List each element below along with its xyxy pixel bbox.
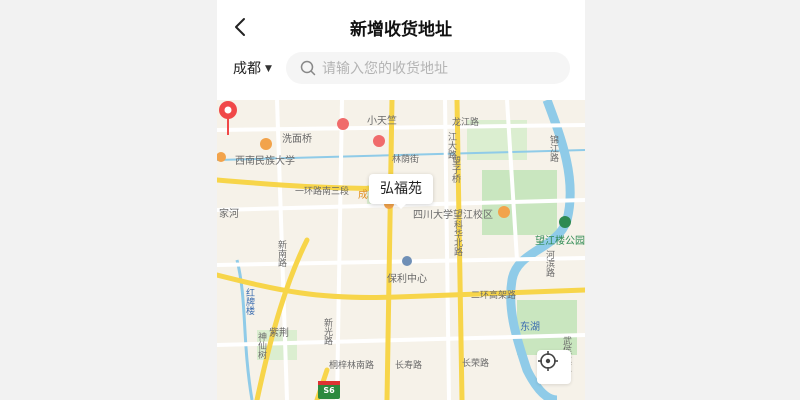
park-icon — [559, 216, 571, 228]
map-label: 神仙树 — [256, 332, 266, 359]
map-label: 四川大学望江校区 — [413, 210, 493, 221]
selected-place-bubble[interactable]: 弘福苑 — [369, 174, 433, 209]
map-view[interactable]: 小天竺 洗面桥 西南民族大学 龙江路 林荫街 一环路南三段 成 四川大学望江校区… — [217, 100, 585, 400]
hospital-icon — [373, 135, 385, 147]
map-label: 长荣路 — [462, 359, 490, 369]
poi-icon — [260, 138, 272, 150]
city-label: 成都 — [233, 61, 261, 77]
map-label: 望江楼公园 — [535, 236, 585, 247]
map-label: 新南路 — [276, 240, 286, 267]
highway-shield-label: S6 — [323, 386, 335, 395]
map-label: 龙江路 — [452, 118, 480, 128]
map-label: 二环高架路 — [471, 291, 517, 301]
map-label: 望子桥 — [450, 156, 460, 183]
map-label: 锦江路 — [548, 135, 558, 162]
chevron-down-icon: ▼ — [265, 64, 272, 74]
search-row: 成都 ▼ 请输入您的收货地址 — [217, 50, 585, 90]
map-label: 成 — [358, 190, 368, 201]
nav-bar: 新增收货地址 — [217, 0, 585, 54]
map-label: 科华北路 — [452, 220, 462, 256]
map-label: 河滨路 — [544, 250, 554, 277]
map-label: 小天竺 — [367, 116, 397, 127]
map-label: 桐梓林南路 — [329, 361, 375, 371]
locate-button[interactable] — [537, 350, 571, 384]
map-label: 紫荆 — [269, 328, 289, 339]
map-label: 洗面桥 — [282, 134, 312, 145]
crosshair-icon — [538, 351, 558, 371]
search-placeholder: 请输入您的收货地址 — [322, 61, 448, 77]
hospital-icon — [337, 118, 349, 130]
map-label: 红牌楼 — [244, 288, 254, 315]
map-label: 江大路 — [446, 132, 456, 159]
city-selector[interactable]: 成都 ▼ — [233, 58, 272, 78]
map-canvas — [217, 100, 585, 400]
map-label: 西南民族大学 — [235, 156, 295, 167]
map-pin-icon — [219, 101, 237, 135]
search-input[interactable]: 请输入您的收货地址 — [286, 52, 570, 84]
map-label: 长寿路 — [395, 361, 423, 371]
map-label: 家河 — [219, 209, 239, 220]
building-icon — [402, 256, 412, 266]
phone-screen: 新增收货地址 成都 ▼ 请输入您的收货地址 小天竺 洗面桥 西南民族大学 龙江路… — [217, 0, 585, 400]
map-label: 林荫街 — [392, 155, 420, 165]
search-icon — [300, 60, 316, 76]
map-label: 一环路南三段 — [295, 187, 350, 197]
map-label: 保利中心 — [387, 274, 427, 285]
map-label: 新光路 — [322, 318, 332, 345]
school-icon — [498, 206, 510, 218]
map-label: 东湖 — [520, 322, 540, 333]
highway-shield: S6 — [318, 381, 340, 399]
page-title: 新增收货地址 — [350, 20, 452, 40]
